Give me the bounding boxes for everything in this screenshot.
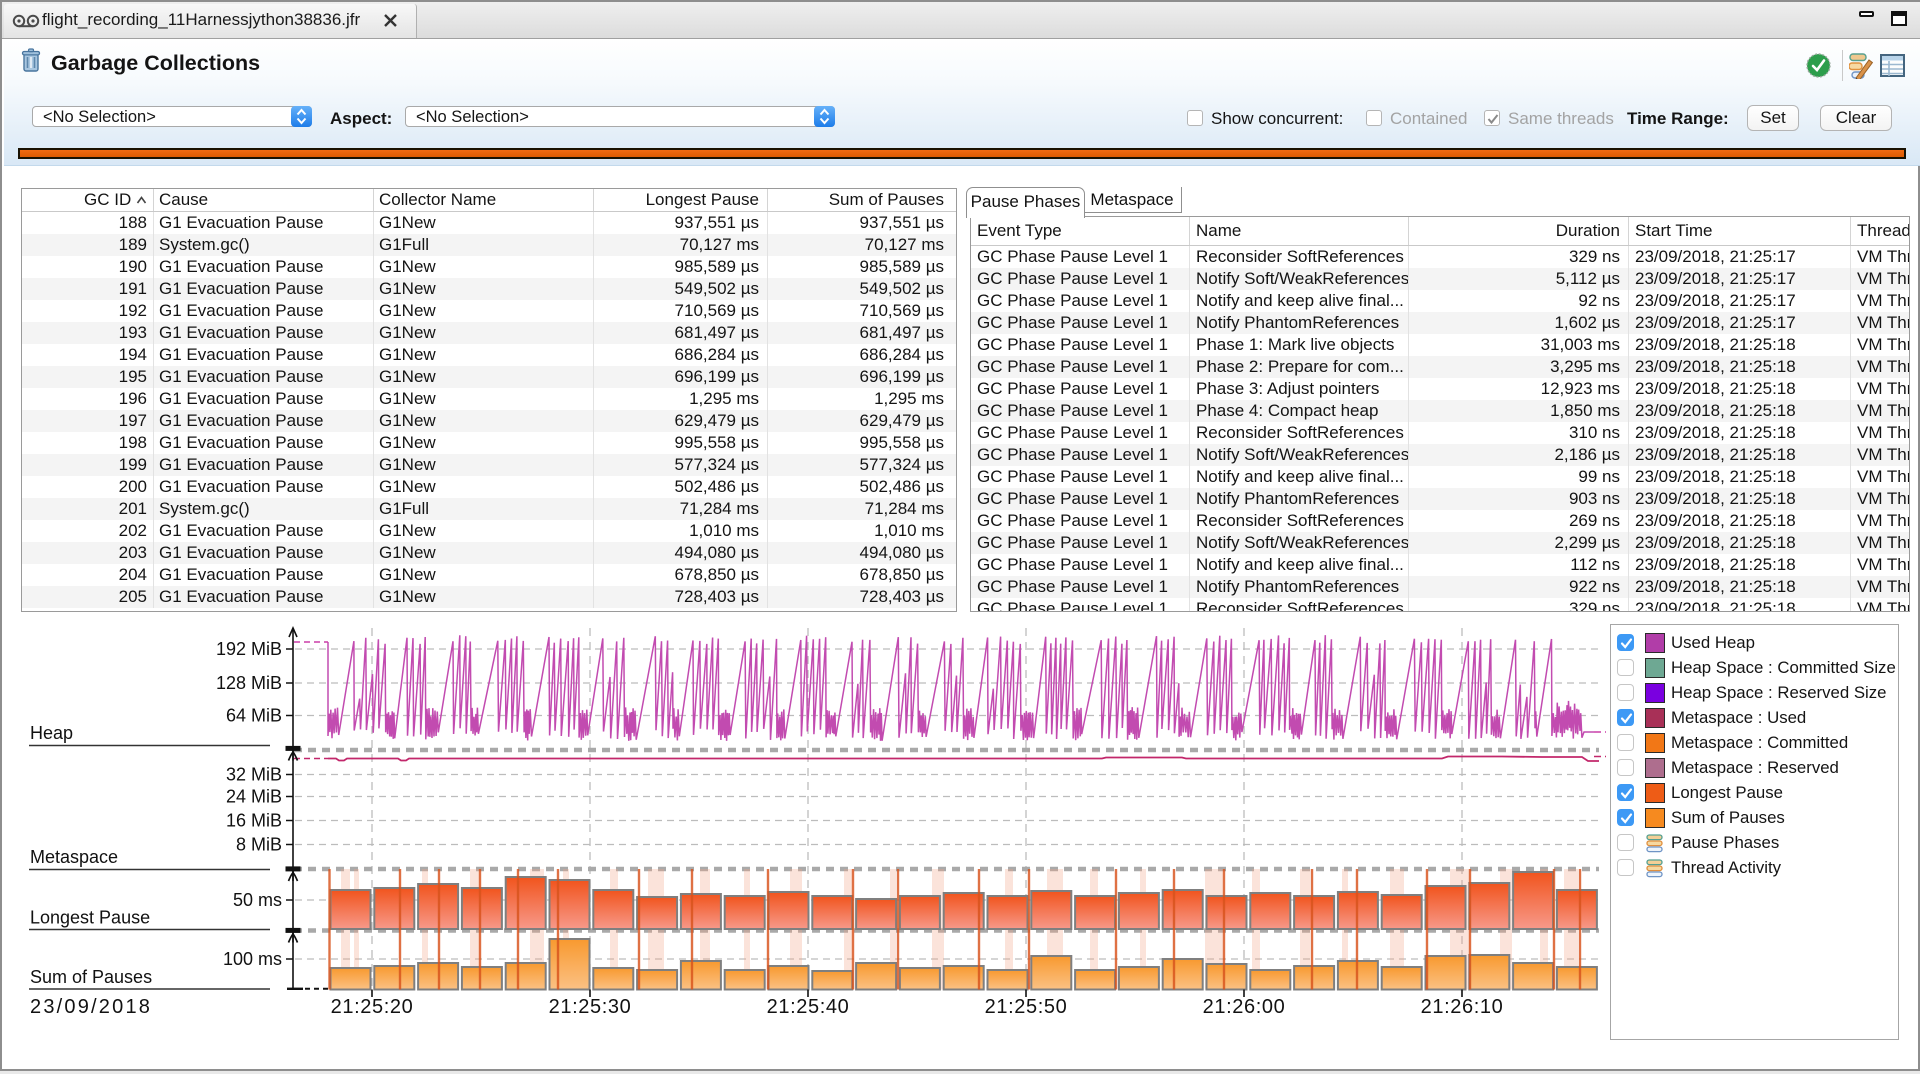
svg-text:24 MiB: 24 MiB: [226, 787, 282, 807]
svg-text:21:25:50: 21:25:50: [985, 996, 1068, 1018]
svg-text:50 ms: 50 ms: [233, 890, 282, 910]
svg-text:Sum of Pauses: Sum of Pauses: [30, 967, 152, 987]
svg-text:21:26:10: 21:26:10: [1421, 996, 1504, 1018]
svg-text:100 ms: 100 ms: [223, 949, 282, 969]
svg-text:Heap: Heap: [30, 723, 73, 743]
svg-text:32 MiB: 32 MiB: [226, 765, 282, 785]
svg-text:21:25:20: 21:25:20: [331, 996, 414, 1018]
svg-text:192 MiB: 192 MiB: [216, 639, 282, 659]
svg-text:23/09/2018: 23/09/2018: [30, 996, 152, 1018]
svg-text:128 MiB: 128 MiB: [216, 673, 282, 693]
svg-text:64 MiB: 64 MiB: [226, 706, 282, 726]
svg-text:21:25:30: 21:25:30: [549, 996, 632, 1018]
svg-text:8 MiB: 8 MiB: [236, 835, 282, 855]
svg-text:Longest Pause: Longest Pause: [30, 908, 150, 928]
svg-text:21:25:40: 21:25:40: [767, 996, 850, 1018]
svg-text:Metaspace: Metaspace: [30, 847, 118, 867]
svg-text:16 MiB: 16 MiB: [226, 811, 282, 831]
svg-text:21:26:00: 21:26:00: [1203, 996, 1286, 1018]
